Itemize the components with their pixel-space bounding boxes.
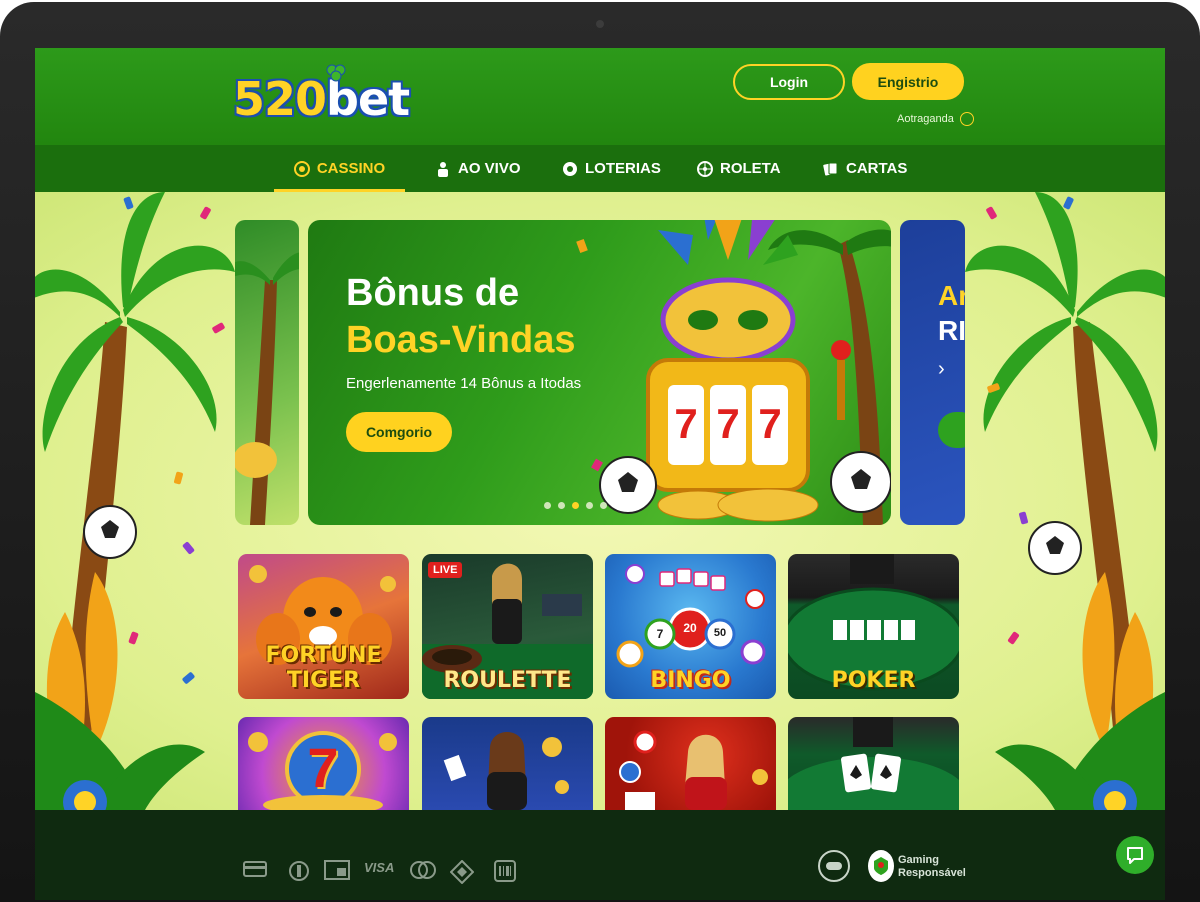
nav-label: AO VIVO: [458, 160, 521, 177]
game-tile-lucky-seven[interactable]: 7: [238, 717, 409, 810]
language-label: Aotraganda: [897, 113, 954, 125]
slot-reel-2: 7: [716, 400, 740, 447]
laptop-frame: 520bet Login Engistrio Aotraganda CASSIN…: [0, 0, 1200, 902]
seven-digit: 7: [307, 736, 339, 799]
globe-icon: [959, 112, 974, 126]
screen: 520bet Login Engistrio Aotraganda CASSIN…: [35, 48, 1165, 900]
banner-next-slide[interactable]: Ar RI ›: [900, 220, 965, 525]
bingo-ball-50: 50: [713, 627, 727, 639]
coin-icon: [288, 860, 310, 882]
palm-slide-artwork: [235, 252, 299, 525]
nav-label: ROLETA: [720, 160, 781, 177]
chat-bubble-icon: [1127, 847, 1143, 864]
lottery-ball-icon: [563, 161, 577, 176]
carousel-dot[interactable]: [586, 502, 593, 509]
responsible-gaming-icon: [868, 850, 894, 882]
logo-number: 520: [233, 72, 327, 126]
age-rating-icon: [818, 850, 850, 882]
responsible-gaming-line1: Gaming: [898, 854, 939, 866]
slot-reel-1: 7: [674, 400, 698, 447]
clover-icon: [326, 64, 346, 82]
live-badge: LIVE: [428, 562, 463, 578]
main-content: 7 7 7 Bônus de Boas-Vindas Engerlenament…: [35, 192, 1165, 810]
nav-label: CARTAS: [846, 160, 908, 177]
banner-subtitle: Engerlenamente 14 Bônus a Itodas: [346, 375, 582, 392]
casino-dealer-artwork: [619, 730, 768, 810]
game-tile-blackjack[interactable]: [788, 717, 959, 810]
nav-item-cassino[interactable]: CASSINO: [274, 145, 405, 192]
palm-tree-left-decoration: [35, 192, 235, 810]
register-button[interactable]: Engistrio: [852, 63, 964, 100]
game-title: FORTUNE TIGER: [265, 643, 382, 693]
dealer-icon: [438, 161, 448, 177]
bingo-ball-7: 7: [656, 627, 664, 641]
game-title: POKER: [831, 668, 916, 693]
site-header: 520bet Login Engistrio Aotraganda: [35, 48, 1165, 145]
banner-title-line2: Boas-Vindas: [346, 319, 576, 361]
language-selector[interactable]: Aotraganda: [897, 112, 974, 126]
game-tile-roulette[interactable]: LIVE ROULETTE: [422, 554, 593, 699]
carousel-dot[interactable]: [544, 502, 551, 509]
game-tile-poker[interactable]: POKER: [788, 554, 959, 699]
boleto-icon: [494, 860, 516, 882]
dealer-artwork: [443, 732, 569, 810]
game-tile-bingo[interactable]: 20 50 7 BINGO: [605, 554, 776, 699]
banner-title-line1: Bônus de: [346, 272, 520, 314]
bingo-ball-20: 20: [683, 621, 697, 635]
banner-cta-button[interactable]: Comgorio: [346, 412, 452, 452]
card-icon: [243, 860, 267, 878]
game-tile-live-dealer-blackjack[interactable]: [422, 717, 593, 810]
main-nav: CASSINO AO VIVO LOTERIAS ROLETA CARTAS: [35, 145, 1165, 192]
bank-slip-icon: [324, 860, 350, 880]
mastercard-icon: [409, 860, 437, 880]
visa-icon: VISA: [364, 860, 395, 875]
game-tile-fortune-tiger[interactable]: FORTUNE TIGER: [238, 554, 409, 699]
carousel-dot[interactable]: [558, 502, 565, 509]
nav-item-ao-vivo[interactable]: AO VIVO: [435, 145, 521, 192]
cards-icon: [823, 162, 838, 176]
carnival-slot-artwork: [576, 220, 891, 525]
blackjack-table-artwork: [788, 717, 959, 810]
responsible-gaming-text[interactable]: Gaming Responsável: [898, 854, 966, 880]
next-slide-button[interactable]: [938, 412, 965, 448]
banner-prev-slide[interactable]: [235, 220, 299, 525]
chat-button[interactable]: [1116, 836, 1154, 874]
chip-icon: [293, 160, 310, 177]
game-title: ROULETTE: [443, 668, 572, 693]
carousel-dot[interactable]: [600, 502, 607, 509]
nav-label: CASSINO: [316, 160, 386, 177]
game-tile-live-casino[interactable]: [605, 717, 776, 810]
nav-item-cartas[interactable]: CARTAS: [823, 145, 907, 192]
nav-label: LOTERIAS: [585, 160, 661, 177]
chevron-right-icon[interactable]: ›: [938, 358, 945, 381]
slot-reel-3: 7: [758, 400, 782, 447]
site-footer: VISA Gaming Responsável: [35, 810, 1165, 900]
next-slide-title-line2: RI: [938, 315, 965, 346]
responsible-gaming-line2: Responsável: [898, 867, 966, 879]
nav-item-roleta[interactable]: ROLETA: [697, 145, 781, 192]
login-button[interactable]: Login: [733, 64, 845, 100]
roulette-icon: [697, 160, 713, 177]
pix-icon: [450, 860, 474, 884]
palm-tree-right-decoration: [965, 192, 1165, 810]
carousel-dot-active[interactable]: [572, 502, 579, 509]
site-logo[interactable]: 520bet: [233, 72, 410, 128]
next-slide-title-line1: Ar: [938, 280, 965, 311]
hero-banner[interactable]: 7 7 7 Bônus de Boas-Vindas Engerlenament…: [308, 220, 891, 525]
camera-icon: [596, 20, 604, 28]
nav-item-loterias[interactable]: LOTERIAS: [562, 145, 661, 192]
game-title: BINGO: [650, 668, 731, 693]
